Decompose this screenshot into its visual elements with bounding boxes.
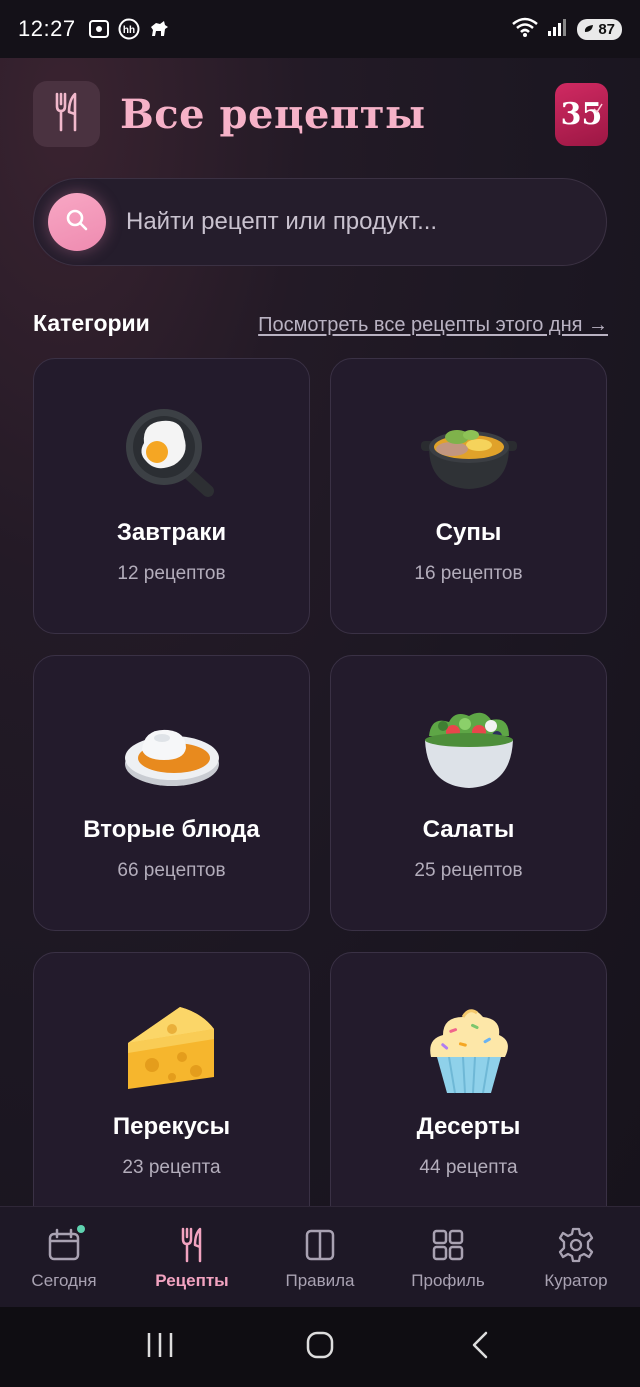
recent-apps-button[interactable] (130, 1317, 190, 1377)
home-button[interactable] (290, 1317, 350, 1377)
section-title: Категории (33, 310, 150, 336)
back-icon (469, 1330, 491, 1365)
category-card-soups[interactable]: Супы 16 рецептов (330, 358, 607, 634)
battery-level: 87 (598, 20, 615, 38)
search-input[interactable] (126, 208, 606, 236)
category-card-snacks[interactable]: Перекусы 23 рецепта (33, 952, 310, 1206)
back-button[interactable] (450, 1317, 510, 1377)
wifi-icon (511, 16, 539, 43)
app-content: Все рецепты 35 Категории Посмотреть все … (0, 58, 640, 1206)
hh-icon: hh (118, 18, 140, 40)
category-card-breakfast[interactable]: Завтраки 12 рецептов (33, 358, 310, 634)
header: Все рецепты 35 (33, 81, 608, 147)
salad-bowl-icon (419, 702, 519, 802)
dog-icon (148, 19, 170, 39)
category-title: Вторые блюда (83, 816, 260, 843)
signal-icon (547, 17, 569, 42)
recent-apps-icon (145, 1331, 175, 1364)
nav-recipes[interactable]: Рецепты (128, 1207, 256, 1307)
categories-header: Категории Посмотреть все рецепты этого д… (33, 310, 608, 337)
category-count: 12 рецептов (117, 563, 226, 584)
category-title: Десерты (416, 1113, 521, 1140)
category-title: Перекусы (112, 1113, 231, 1140)
book-icon (304, 1227, 336, 1263)
view-all-recipes-link[interactable]: Посмотреть все рецепты этого дня → (258, 314, 608, 337)
system-nav-bar (0, 1307, 640, 1387)
fork-knife-icon (180, 1227, 204, 1263)
battery-icon: 87 (577, 18, 622, 40)
nav-label: Сегодня (31, 1271, 97, 1290)
grid-icon (431, 1227, 465, 1263)
category-card-desserts[interactable]: Десерты 44 рецепта (330, 952, 607, 1206)
screenshot-icon (88, 19, 110, 39)
calendar-icon (47, 1225, 85, 1263)
nav-label: Рецепты (155, 1271, 229, 1290)
status-time: 12:27 (18, 16, 76, 41)
nav-label: Куратор (544, 1271, 608, 1290)
bottom-nav: Сегодня Рецепты Правила Профиль Куратор (0, 1206, 640, 1307)
fork-knife-icon (53, 92, 81, 137)
search-button[interactable] (48, 193, 106, 251)
cupcake-icon (419, 999, 519, 1099)
search-icon (64, 207, 90, 238)
category-count: 44 рецепта (419, 1157, 518, 1178)
gear-icon (558, 1227, 594, 1263)
check-mark-icon (593, 86, 603, 121)
category-count: 66 рецептов (117, 860, 226, 881)
streak-badge[interactable]: 35 (555, 82, 608, 146)
fried-egg-icon (122, 405, 222, 505)
cheese-icon (122, 999, 222, 1099)
category-title: Супы (435, 519, 502, 546)
nav-profile[interactable]: Профиль (384, 1207, 512, 1307)
home-icon (305, 1330, 335, 1365)
status-bar: 12:27 hh 87 (0, 0, 640, 58)
page-title: Все рецепты (120, 90, 426, 138)
notification-dot (77, 1225, 85, 1233)
category-count: 16 рецептов (414, 563, 523, 584)
nav-label: Профиль (411, 1271, 485, 1290)
category-card-main-dishes[interactable]: Вторые блюда 66 рецептов (33, 655, 310, 931)
search-bar (33, 178, 607, 266)
nav-label: Правила (285, 1271, 355, 1290)
logo (33, 81, 100, 147)
nav-curator[interactable]: Куратор (512, 1207, 640, 1307)
category-title: Салаты (422, 816, 515, 843)
category-card-salads[interactable]: Салаты 25 рецептов (330, 655, 607, 931)
curry-rice-icon (122, 702, 222, 802)
nav-today[interactable]: Сегодня (0, 1207, 128, 1307)
svg-text:hh: hh (122, 25, 134, 36)
category-count: 25 рецептов (414, 860, 523, 881)
soup-pot-icon (419, 405, 519, 505)
category-title: Завтраки (116, 519, 227, 546)
category-count: 23 рецепта (122, 1157, 221, 1178)
nav-rules[interactable]: Правила (256, 1207, 384, 1307)
